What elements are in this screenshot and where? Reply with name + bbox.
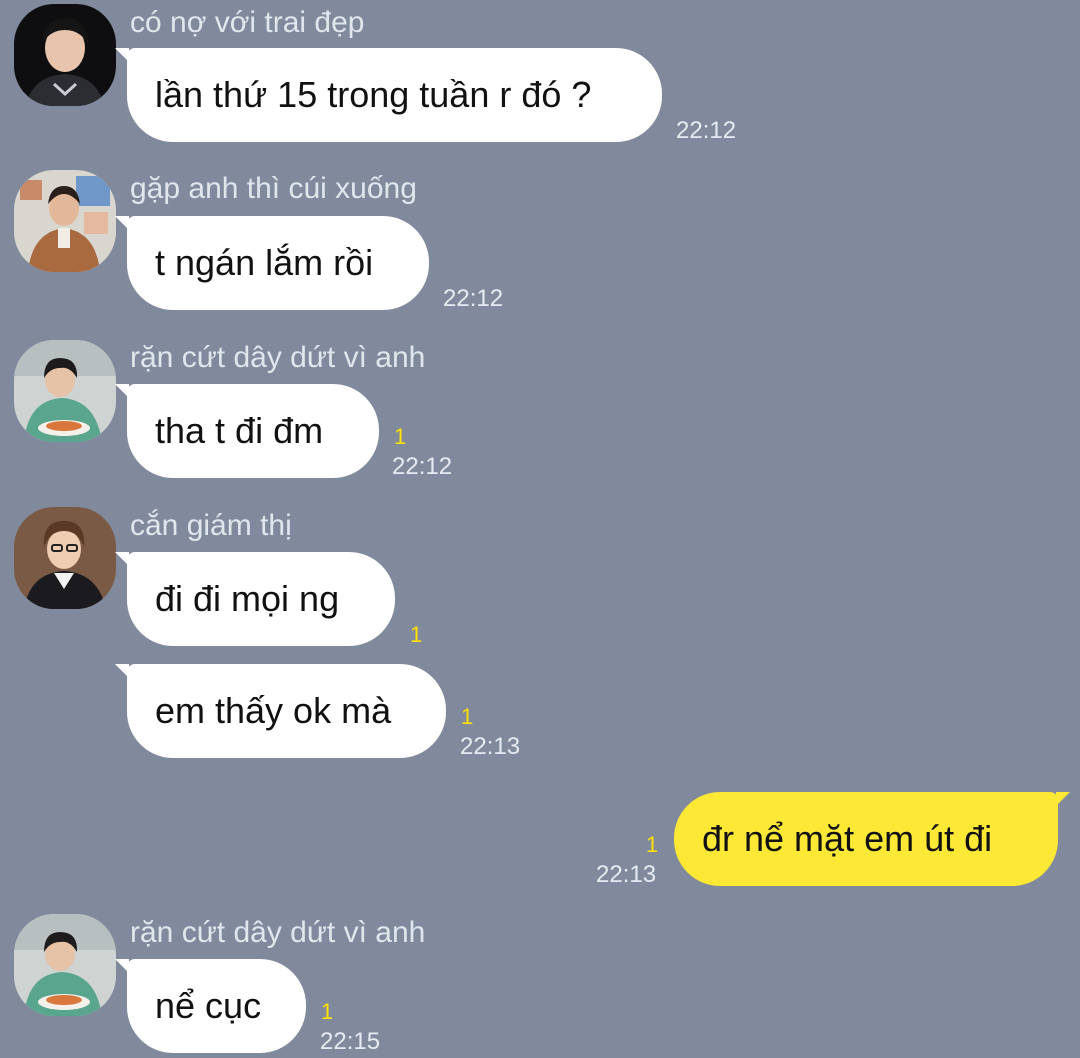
message-time: 22:13 xyxy=(596,861,657,888)
sender-name: có nợ với trai đẹp xyxy=(130,6,365,39)
unread-count: 1 xyxy=(321,999,334,1024)
sender-name: gặp anh thì cúi xuống xyxy=(130,172,417,205)
message-time: 22:12 xyxy=(676,117,737,144)
message-bubble[interactable]: nể cục xyxy=(115,959,306,1053)
message-time: 22:15 xyxy=(320,1028,381,1055)
unread-count: 1 xyxy=(410,622,423,647)
message-time: 22:12 xyxy=(443,285,504,312)
sender-name: cắn giám thị xyxy=(130,509,292,542)
avatar[interactable] xyxy=(14,340,116,442)
message-bubble[interactable]: em thấy ok mà xyxy=(115,664,446,758)
sender-name: rặn cứt dây dứt vì anh xyxy=(130,341,426,374)
message-bubble[interactable]: đi đi mọi ng xyxy=(115,552,395,646)
message-time: 22:13 xyxy=(460,733,521,760)
message-bubble[interactable]: t ngán lắm rồi xyxy=(115,216,429,310)
avatar[interactable] xyxy=(14,507,116,609)
unread-count: 1 xyxy=(394,424,407,449)
sender-name: rặn cứt dây dứt vì anh xyxy=(130,916,426,949)
outgoing-message-bubble[interactable]: đr nể mặt em út đi xyxy=(674,792,1070,886)
message-bubble[interactable]: lần thứ 15 trong tuần r đó ? xyxy=(115,48,662,142)
avatar[interactable] xyxy=(14,914,116,1016)
unread-count: 1 xyxy=(461,704,474,729)
avatar[interactable] xyxy=(14,170,116,272)
avatar[interactable] xyxy=(14,4,116,106)
unread-count: 1 xyxy=(646,832,659,857)
message-bubble[interactable]: tha t đi đm xyxy=(115,384,379,478)
message-time: 22:12 xyxy=(392,453,453,480)
